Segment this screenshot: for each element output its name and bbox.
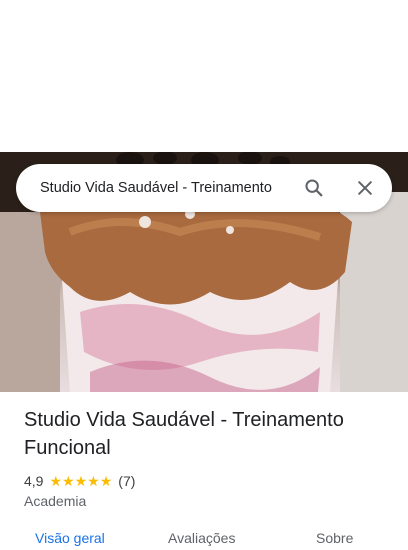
- star-icon: ★: [87, 473, 100, 489]
- place-category: Academia: [24, 493, 87, 509]
- close-icon: [358, 181, 372, 195]
- star-icon: ★: [62, 473, 75, 489]
- place-tabs: Visão geral Avaliações Sobre: [0, 530, 408, 550]
- close-button[interactable]: [353, 176, 377, 200]
- star-icon: ★: [74, 473, 88, 489]
- search-input[interactable]: Studio Vida Saudável - Treinamento: [40, 180, 286, 196]
- place-title: Studio Vida Saudável - Treinamento Funci…: [24, 409, 344, 459]
- search-button[interactable]: [302, 176, 326, 200]
- star-icon: ★: [49, 473, 63, 489]
- review-count[interactable]: (7): [118, 473, 135, 489]
- search-icon: [305, 179, 323, 197]
- star-icon: ★: [99, 473, 113, 489]
- rating-row[interactable]: 4,9 ★ ★ ★ ★ ★ (7): [24, 471, 135, 491]
- rating-value: 4,9: [24, 473, 44, 489]
- search-box[interactable]: Studio Vida Saudável - Treinamento: [16, 164, 392, 212]
- rating-stars: ★ ★ ★ ★ ★: [49, 474, 112, 488]
